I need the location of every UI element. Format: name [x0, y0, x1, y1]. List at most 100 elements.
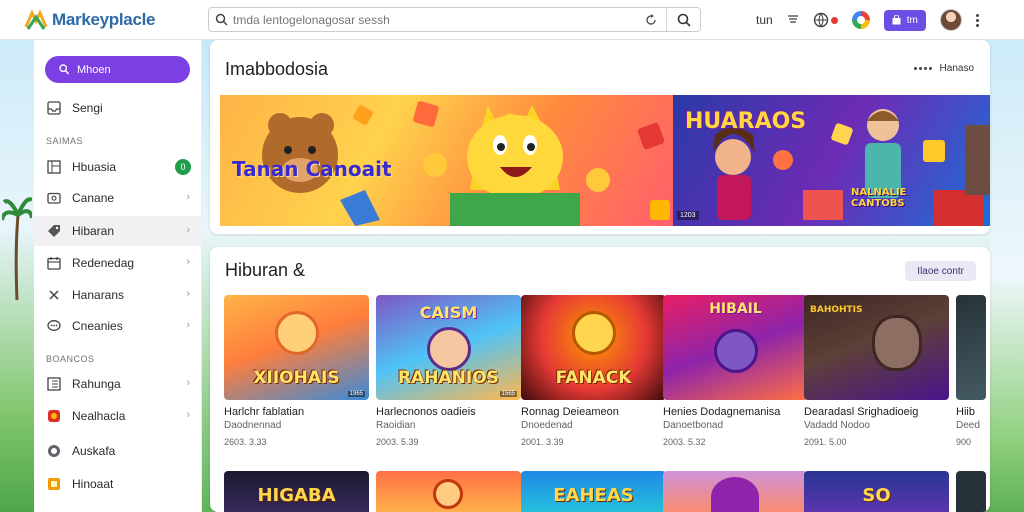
tile-meta: 2603. 3.33 [224, 437, 267, 447]
search-bar[interactable] [208, 7, 701, 32]
featured-title: Imabbodosia [225, 59, 329, 79]
sidebar-primary-label: Mhoen [77, 63, 111, 76]
game-tile[interactable]: SO [804, 471, 949, 512]
sidebar-count-badge: 0 [175, 159, 191, 175]
tile-thumb-title: XIIOHAIS [253, 368, 340, 388]
sidebar-item-nealhacla[interactable]: Nealhacla › [34, 401, 202, 431]
user-action-button[interactable]: tm [883, 9, 926, 31]
game-tile[interactable]: XIIOHAIS 1965 Harlchr fablatian Daodnenn… [224, 295, 369, 447]
tile-thumb-title: HIGABA [257, 485, 336, 506]
tile-thumb-top-text: BAHOHTIS [810, 305, 863, 315]
game-tile[interactable]: HIGABA [224, 471, 369, 512]
tile-thumb-top-text: HIBAIL [709, 301, 762, 317]
grid-icon [46, 376, 62, 392]
sidebar-item-hibaran[interactable]: Hibaran › [34, 216, 202, 246]
sidebar-item-rahunga[interactable]: Rahunga › [34, 369, 202, 399]
chevron-right-icon: › [186, 319, 190, 331]
sidebar-item-redenedag[interactable]: Redenedag › [34, 248, 202, 278]
section-view-all-button[interactable]: Ilaoe contr [905, 261, 976, 281]
game-icon [46, 476, 62, 492]
sidebar-item-label: Hbuasia [72, 160, 117, 174]
tile-subtitle: Dnoedenad [521, 420, 573, 431]
game-tile[interactable]: Hiib Deed 900 [956, 295, 986, 447]
user-avatar[interactable] [939, 9, 962, 31]
topbar-actions: tun tm [756, 6, 979, 34]
language-selector[interactable]: tun [756, 13, 773, 27]
featured-more-link[interactable]: Hanaso [913, 63, 974, 74]
game-tile[interactable]: EAHEAS [521, 471, 666, 512]
category-section-card: Hiburan & Ilaoe contr XIIOHAIS 1965 Harl… [210, 247, 990, 512]
game-tile[interactable]: HIBAIL Henies Dodagnemanisa Danoetbonad … [663, 295, 808, 447]
game-tile[interactable]: FANACK Ronnag Deieameon Dnoedenad 2001. … [521, 295, 666, 447]
search-button[interactable] [666, 8, 700, 31]
sidebar-item-sengi[interactable]: Sengi [34, 93, 202, 123]
sidebar-item-hanarans[interactable]: Hanarans › [34, 280, 202, 310]
puzzle-icon [46, 287, 62, 303]
sidebar-item-label: Redenedag [72, 256, 135, 270]
search-icon [209, 8, 233, 31]
top-bar: Markeyplacle tun tm [0, 0, 1024, 40]
search-input[interactable] [233, 9, 636, 30]
featured-card: Imabbodosia Hanaso Tanan Canoait HUARAOS… [210, 40, 990, 234]
sidebar-item-hinoaat[interactable]: Hinoaat [34, 469, 202, 499]
sidebar-item-hbuasia[interactable]: Hbuasia 0 [34, 152, 202, 182]
tile-meta: 2003. 5.39 [376, 437, 419, 447]
folder-icon [46, 190, 62, 206]
tile-thumb-title: EAHEAS [553, 485, 634, 506]
sidebar-primary-button[interactable]: Mhoen [45, 56, 190, 83]
sidebar-item-label: Cneanies [72, 319, 123, 333]
tile-title: Harlecnonos oadieis [376, 406, 476, 418]
game-tile[interactable] [663, 471, 808, 512]
palm-tree-icon [2, 197, 32, 300]
chevron-right-icon: › [186, 377, 190, 389]
chat-icon [46, 318, 62, 334]
inbox-icon [46, 100, 62, 116]
banner-2-subline: NALNALIE CANTOBS [851, 187, 907, 209]
tile-thumb-tag: 1965 [347, 391, 365, 397]
globe-icon [46, 443, 62, 459]
tile-thumb-title: SO [862, 485, 891, 506]
banner-2-headline: HUARAOS [685, 109, 807, 134]
tile-thumbnail: BAHOHTIS [804, 295, 949, 400]
browser-icon[interactable] [851, 11, 870, 29]
user-action-label: tm [906, 14, 918, 26]
game-tile[interactable] [956, 471, 986, 512]
refresh-icon[interactable] [636, 8, 666, 31]
chevron-right-icon: › [186, 256, 190, 268]
filter-icon[interactable] [787, 11, 799, 29]
sidebar-item-label: Nealhacla [72, 409, 126, 423]
sidebar-item-label: Hibaran [72, 224, 115, 238]
app-logo[interactable]: Markeyplacle [24, 9, 156, 31]
game-tile[interactable]: CAISM RAHANIOS 1565 Harlecnonos oadieis … [376, 295, 521, 447]
tile-meta: 2001. 3.39 [521, 437, 564, 447]
chevron-right-icon: › [186, 409, 190, 421]
tile-title: Harlchr fablatian [224, 406, 305, 418]
background-scene-left [0, 40, 34, 512]
sidebar-section-header: SAIMAS [46, 136, 84, 146]
featured-banner-1[interactable]: Tanan Canoait [220, 95, 673, 226]
tile-thumb-top-text: CAISM [419, 303, 478, 322]
sidebar-item-cneanies[interactable]: Cneanies › [34, 311, 202, 341]
tile-title: Henies Dodagnemanisa [663, 406, 781, 418]
image-icon [46, 159, 62, 175]
featured-banner-2[interactable]: HUARAOS NALNALIE CANTOBS 1203 [673, 95, 990, 226]
bag-icon [892, 15, 901, 25]
chevron-right-icon: › [186, 288, 190, 300]
tile-thumbnail: XIIOHAIS 1965 [224, 295, 369, 400]
sidebar-item-label: Hanarans [72, 288, 125, 302]
tile-thumbnail [433, 479, 463, 509]
chevron-right-icon: › [186, 191, 190, 203]
sidebar-item-label: Auskafa [72, 444, 116, 458]
sidebar-item-label: Hinoaat [72, 477, 114, 491]
tile-title: Hiib [956, 406, 975, 418]
chevron-right-icon: › [186, 224, 190, 236]
logo-mark-icon [24, 9, 48, 30]
tile-subtitle: Raoidian [376, 420, 416, 431]
more-options-icon[interactable] [975, 13, 979, 27]
game-tile[interactable] [376, 471, 521, 512]
search-icon [677, 13, 691, 27]
sidebar-item-auskafa[interactable]: Auskafa [34, 436, 202, 466]
notifications-button[interactable] [813, 12, 838, 28]
sidebar-item-canane[interactable]: Canane › [34, 183, 202, 213]
game-tile[interactable]: BAHOHTIS Dearadasl Srighadioeig Vadadd N… [804, 295, 949, 447]
